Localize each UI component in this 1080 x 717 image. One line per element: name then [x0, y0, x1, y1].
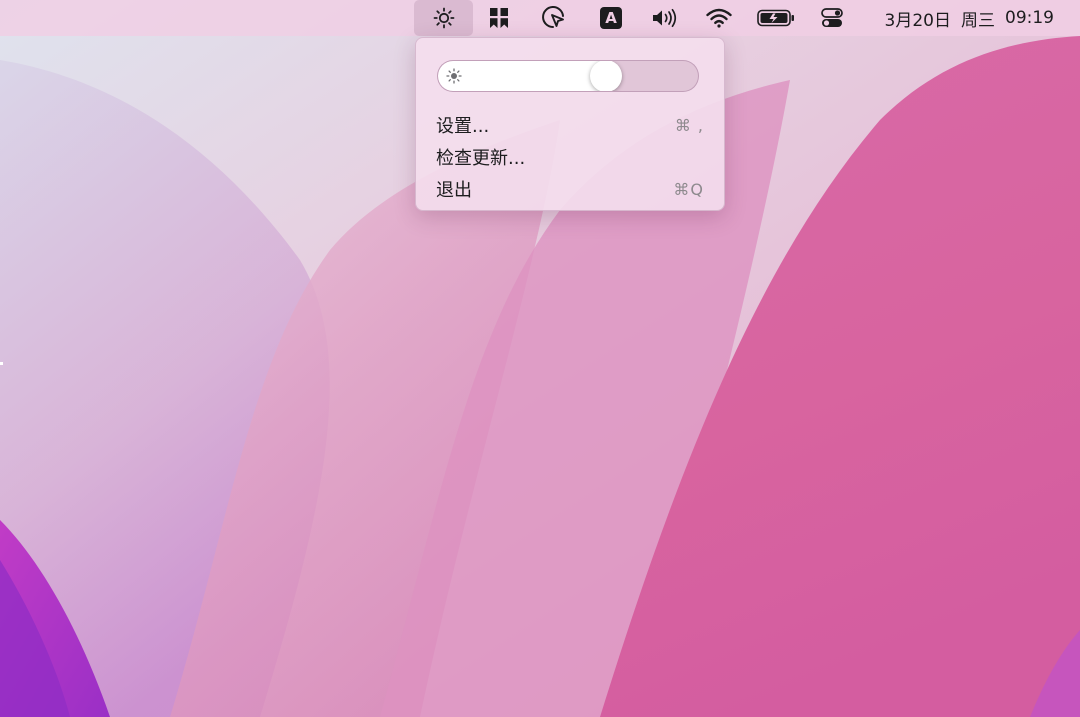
screen-capture-icon [542, 6, 564, 28]
menu-item-check-updates-label: 检查更新... [436, 148, 526, 169]
bookmark-app-status-item[interactable] [483, 0, 515, 36]
menubar-clock[interactable]: 3月20日 周三 09:19 [885, 0, 1054, 36]
menu-item-check-updates[interactable]: 检查更新... [422, 142, 718, 172]
bookmark-app-icon [490, 8, 508, 28]
menu-item-settings-shortcut: ⌘ , [674, 115, 704, 135]
brightness-slider-knob[interactable] [590, 61, 622, 91]
volume-status-item[interactable] [648, 0, 682, 36]
menu-bar: A 3月20日 周三 09:19 [0, 0, 1080, 36]
brightness-icon [433, 7, 454, 29]
clock-date: 3月20日 [884, 10, 951, 31]
battery-icon [757, 9, 794, 27]
input-source-letter: A [605, 8, 617, 27]
clock-time: 09:19 [1005, 8, 1054, 28]
mouse-cursor [0, 350, 3, 365]
battery-status-item[interactable] [755, 0, 797, 36]
control-center-status-item[interactable] [817, 0, 847, 36]
screen-capture-status-item[interactable] [537, 0, 571, 36]
menu-item-settings-label: 设置... [436, 116, 490, 137]
menu-item-settings[interactable]: 设置... ⌘ , [422, 110, 718, 140]
sun-icon [446, 68, 462, 84]
menu-item-quit-shortcut: ⌘Q [673, 179, 704, 199]
control-center-icon [821, 8, 843, 27]
desktop: A 3月20日 周三 09:19 设置... ⌘ , 检查更新... 退出 ⌘Q [0, 0, 1080, 717]
brightness-slider-fill [438, 61, 606, 91]
brightness-menu: 设置... ⌘ , 检查更新... 退出 ⌘Q [415, 37, 725, 211]
wifi-icon [706, 8, 732, 28]
volume-icon [653, 8, 677, 28]
input-source-status-item[interactable]: A [596, 0, 626, 36]
menu-item-quit-label: 退出 [436, 180, 472, 201]
brightness-slider[interactable] [437, 60, 699, 92]
wifi-status-item[interactable] [703, 0, 735, 36]
clock-weekday: 周三 [961, 10, 995, 31]
brightness-status-item[interactable] [414, 0, 473, 36]
menu-item-quit[interactable]: 退出 ⌘Q [422, 174, 718, 204]
input-source-icon: A [600, 7, 622, 29]
